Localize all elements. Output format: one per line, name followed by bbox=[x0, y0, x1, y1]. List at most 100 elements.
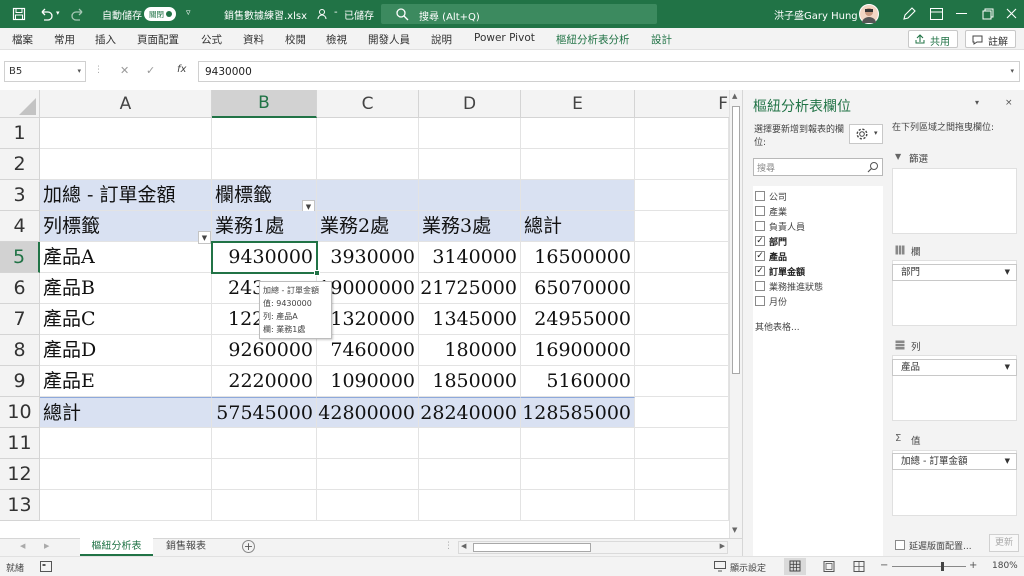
close-icon[interactable] bbox=[1006, 8, 1017, 19]
display-settings-icon[interactable] bbox=[714, 561, 726, 572]
update-button[interactable]: 更新 bbox=[989, 534, 1019, 552]
pivot-grand-total-label[interactable]: 總計 bbox=[40, 397, 212, 428]
display-settings-label[interactable]: 顯示設定 bbox=[730, 561, 766, 574]
column-header-a[interactable]: A bbox=[40, 90, 212, 118]
field-label-sales-status[interactable]: 業務推進狀態 bbox=[769, 280, 823, 293]
normal-view-icon[interactable] bbox=[784, 558, 806, 575]
pivot-row-total[interactable]: 24955000 bbox=[521, 304, 635, 335]
scroll-down-arrow-icon[interactable]: ▼ bbox=[732, 526, 737, 534]
zoom-slider[interactable] bbox=[892, 562, 966, 571]
cell-b2[interactable] bbox=[212, 149, 317, 180]
macro-record-icon[interactable] bbox=[40, 561, 52, 572]
row-header-11[interactable]: 11 bbox=[0, 428, 40, 459]
tab-help[interactable]: 說明 bbox=[431, 32, 452, 47]
cell-b13[interactable] bbox=[212, 490, 317, 521]
fill-handle[interactable] bbox=[314, 270, 320, 276]
cell-f2[interactable] bbox=[635, 149, 729, 180]
cell-e11[interactable] bbox=[521, 428, 635, 459]
save-icon[interactable] bbox=[12, 7, 26, 21]
cell-e3[interactable] bbox=[521, 180, 635, 211]
tab-insert[interactable]: 插入 bbox=[95, 32, 116, 47]
scroll-right-arrow-icon[interactable]: ▶ bbox=[720, 542, 725, 550]
pivot-row-label[interactable]: 產品D bbox=[40, 335, 212, 366]
cell-e1[interactable] bbox=[521, 118, 635, 149]
field-label-order-amount[interactable]: 訂單金額 bbox=[769, 265, 805, 278]
pane-options-icon[interactable]: ▾ bbox=[975, 98, 979, 107]
undo-icon[interactable] bbox=[38, 6, 54, 22]
scroll-up-arrow-icon[interactable]: ▲ bbox=[732, 92, 737, 100]
field-label-month[interactable]: 月份 bbox=[769, 295, 787, 308]
tab-split-grip-icon[interactable]: ⋮ bbox=[444, 541, 453, 551]
cell-f1[interactable] bbox=[635, 118, 729, 149]
cell-f6[interactable] bbox=[635, 273, 729, 304]
column-header-e[interactable]: E bbox=[521, 90, 635, 118]
pivot-value-cell[interactable]: 7460000 bbox=[317, 335, 419, 366]
expand-formula-icon[interactable]: ▾ bbox=[1010, 67, 1014, 75]
columns-area-item[interactable]: 部門 ▼ bbox=[892, 264, 1017, 281]
pivot-row-total[interactable]: 16500000 bbox=[521, 242, 635, 273]
column-header-d[interactable]: D bbox=[419, 90, 521, 118]
tab-developer[interactable]: 開發人員 bbox=[368, 32, 410, 47]
share-button[interactable]: 共用 bbox=[908, 30, 958, 48]
tab-page-layout[interactable]: 頁面配置 bbox=[137, 32, 179, 47]
tab-power-pivot[interactable]: Power Pivot bbox=[474, 32, 535, 44]
field-checkbox-month[interactable] bbox=[755, 296, 765, 306]
row-header-13[interactable]: 13 bbox=[0, 490, 40, 521]
cell-f9[interactable] bbox=[635, 366, 729, 397]
cell-d13[interactable] bbox=[419, 490, 521, 521]
pivot-row-label[interactable]: 產品A bbox=[40, 242, 212, 273]
restore-icon[interactable] bbox=[982, 8, 994, 20]
field-label-industry[interactable]: 產業 bbox=[769, 205, 787, 218]
cell-b12[interactable] bbox=[212, 459, 317, 490]
column-header-f[interactable]: F bbox=[635, 90, 742, 118]
pivot-value-cell[interactable]: 1850000 bbox=[419, 366, 521, 397]
name-box-dropdown-icon[interactable]: ▾ bbox=[77, 67, 81, 75]
row-header-4[interactable]: 4 bbox=[0, 211, 40, 242]
pivot-value-cell[interactable]: 3140000 bbox=[419, 242, 521, 273]
pivot-row-total[interactable]: 16900000 bbox=[521, 335, 635, 366]
field-label-owner[interactable]: 負責人員 bbox=[769, 220, 805, 233]
pivot-value-cell[interactable]: 11320000 bbox=[317, 304, 419, 335]
field-checkbox-industry[interactable] bbox=[755, 206, 765, 216]
field-checkbox-sales-status[interactable] bbox=[755, 281, 765, 291]
field-checkbox-order-amount[interactable]: ✓ bbox=[755, 266, 765, 276]
field-checkbox-product[interactable]: ✓ bbox=[755, 251, 765, 261]
pivot-value-cell[interactable]: 9260000 bbox=[212, 335, 317, 366]
user-name[interactable]: 洪子盛Gary Hung bbox=[774, 7, 858, 22]
cell-a12[interactable] bbox=[40, 459, 212, 490]
cell-c11[interactable] bbox=[317, 428, 419, 459]
pivot-value-cell[interactable]: 180000 bbox=[419, 335, 521, 366]
column-header-c[interactable]: C bbox=[317, 90, 419, 118]
select-all-corner[interactable] bbox=[0, 90, 40, 118]
row-header-1[interactable]: 1 bbox=[0, 118, 40, 149]
cell-c13[interactable] bbox=[317, 490, 419, 521]
cell-d3[interactable] bbox=[419, 180, 521, 211]
scroll-tabs-left-icon[interactable]: ◀ bbox=[20, 542, 25, 550]
scroll-left-arrow-icon[interactable]: ◀ bbox=[461, 542, 466, 550]
cell-d2[interactable] bbox=[419, 149, 521, 180]
pen-icon[interactable] bbox=[902, 7, 916, 21]
zoom-slider-thumb[interactable] bbox=[941, 562, 944, 571]
tab-home[interactable]: 常用 bbox=[54, 32, 75, 47]
cell-d1[interactable] bbox=[419, 118, 521, 149]
comments-button[interactable]: 註解 bbox=[965, 30, 1016, 48]
pivot-value-cell[interactable]: 19000000 bbox=[317, 273, 419, 304]
zoom-level[interactable]: 180% bbox=[992, 561, 1018, 571]
field-checkbox-department[interactable]: ✓ bbox=[755, 236, 765, 246]
field-checkbox-company[interactable] bbox=[755, 191, 765, 201]
cell-f3[interactable] bbox=[635, 180, 729, 211]
cell-f12[interactable] bbox=[635, 459, 729, 490]
tab-file[interactable]: 檔案 bbox=[12, 32, 33, 47]
row-header-12[interactable]: 12 bbox=[0, 459, 40, 490]
field-checkbox-owner[interactable] bbox=[755, 221, 765, 231]
sheet-tab-pivot[interactable]: 樞紐分析表 bbox=[80, 538, 153, 556]
cell-f5[interactable] bbox=[635, 242, 729, 273]
vertical-scroll-thumb[interactable] bbox=[732, 106, 740, 374]
row-header-2[interactable]: 2 bbox=[0, 149, 40, 180]
horizontal-scroll-thumb[interactable] bbox=[473, 543, 591, 552]
autosave-toggle[interactable]: 關閉 bbox=[144, 7, 176, 21]
cell-f13[interactable] bbox=[635, 490, 729, 521]
pivot-col-header-2[interactable]: 業務2處 bbox=[317, 211, 419, 242]
pivot-value-cell[interactable]: 3930000 bbox=[317, 242, 419, 273]
avatar[interactable] bbox=[859, 4, 879, 24]
